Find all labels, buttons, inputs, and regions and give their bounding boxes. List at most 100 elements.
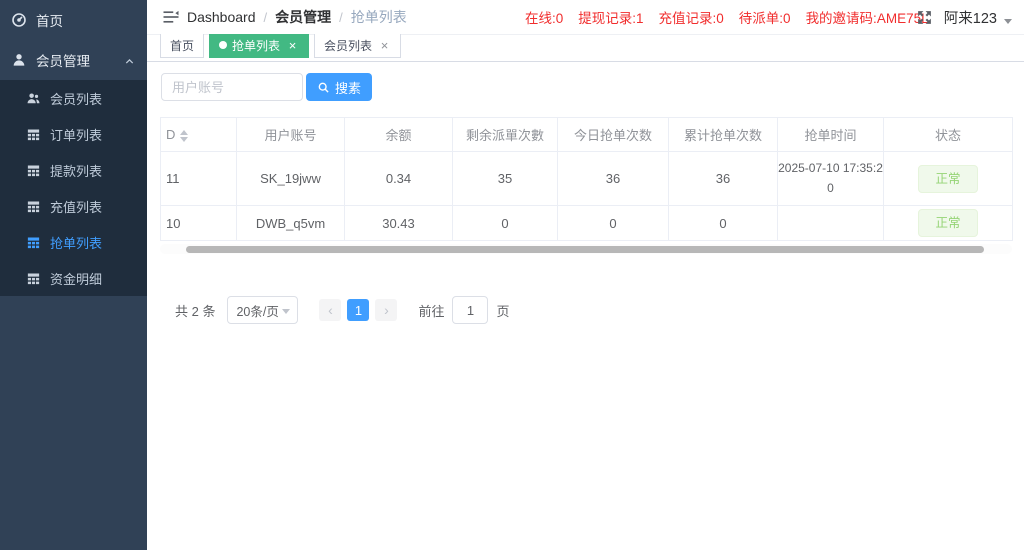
user-menu[interactable]: 阿来123: [944, 7, 1012, 28]
hamburger-icon[interactable]: [162, 8, 180, 26]
search-icon: [318, 82, 329, 93]
table-row[interactable]: 11 SK_19jww 0.34 35 36 36 2025-07-10 17:…: [160, 151, 1013, 206]
tab-member-list[interactable]: 会员列表 ×: [314, 32, 402, 58]
sidebar-item-label: 资金明细: [50, 271, 103, 287]
chevron-down-icon: [282, 309, 291, 314]
sidebar-item-label: 抢单列表: [50, 235, 103, 251]
users-icon: [26, 91, 41, 106]
cell-status: 正常: [883, 151, 1013, 206]
breadcrumb-member-management[interactable]: 会员管理: [275, 7, 331, 27]
breadcrumb-current: 抢单列表: [350, 9, 407, 25]
stat-invite-code: 我的邀请码:AME75L: [805, 11, 929, 26]
cell-remaining-dispatch: 0: [452, 205, 558, 241]
grid-icon: [26, 271, 41, 286]
next-page-button[interactable]: ›: [375, 299, 398, 321]
sidebar-item-member-list[interactable]: 会员列表: [0, 80, 147, 116]
close-icon[interactable]: ×: [378, 39, 391, 52]
page-number-1[interactable]: 1: [347, 299, 370, 321]
sidebar-item-label: 提款列表: [50, 163, 103, 179]
cell-id: 10: [160, 205, 237, 241]
pagination: 共 2 条 20条/页 ‹ 1 › 前往 页: [175, 296, 510, 324]
sidebar-item-label: 充值列表: [50, 199, 103, 215]
sidebar-item-label: 会员列表: [50, 91, 103, 107]
page-size-select[interactable]: 20条/页: [227, 296, 299, 324]
table-header-row: D 用户账号 余额 剩余派單次數 今日抢单次数 累计抢单次数 抢单时间 状态: [160, 117, 1013, 152]
sidebar-item-member-management[interactable]: 会员管理: [0, 40, 147, 80]
tab-label: 会员列表: [324, 38, 373, 53]
username: 阿来123: [943, 10, 997, 27]
grid-icon: [26, 235, 41, 250]
top-navbar: Dashboard / 会员管理 / 抢单列表 在线:0 提现记录:1 充值记录…: [147, 0, 1024, 34]
cell-balance: 0.34: [344, 151, 453, 206]
cell-grab-time: 2025-07-10 17:35:20: [777, 151, 884, 206]
cell-today-grabs: 36: [557, 151, 669, 206]
sidebar-item-recharge-list[interactable]: 充值列表: [0, 188, 147, 224]
cell-today-grabs: 0: [557, 205, 669, 241]
prev-page-button[interactable]: ‹: [319, 299, 342, 321]
main-panel: Dashboard / 会员管理 / 抢单列表 在线:0 提现记录:1 充值记录…: [147, 0, 1024, 550]
column-header-grab-time: 抢单时间: [777, 117, 884, 152]
column-header-account: 用户账号: [236, 117, 345, 152]
goto-label: 前往: [418, 303, 445, 319]
page-size-value: 20条/页: [236, 304, 279, 319]
user-icon: [11, 52, 27, 68]
sidebar-item-grab-list[interactable]: 抢单列表: [0, 224, 147, 260]
dashboard-icon: [11, 12, 27, 28]
stat-online: 在线:0: [525, 11, 564, 26]
goto-page-input[interactable]: [452, 296, 489, 324]
search-button-label: 搜素: [334, 80, 361, 96]
header-right: 阿来123: [916, 0, 1012, 34]
pagination-total: 共 2 条: [175, 303, 216, 319]
cell-account: DWB_q5vm: [236, 205, 345, 241]
breadcrumb: Dashboard / 会员管理 / 抢单列表: [187, 0, 407, 34]
scrollbar-thumb[interactable]: [186, 245, 984, 253]
cell-grab-time: [777, 205, 884, 241]
cell-account: SK_19jww: [236, 151, 345, 206]
sidebar: 首页 会员管理 会员列表 订单列表 提款列表 充值列表 抢单列表 资金明细: [0, 0, 147, 550]
stat-pending-dispatch: 待派单:0: [738, 11, 791, 26]
goto-unit-label: 页: [496, 303, 510, 319]
cell-remaining-dispatch: 35: [452, 151, 558, 206]
column-header-status: 状态: [883, 117, 1013, 152]
sidebar-item-home[interactable]: 首页: [0, 0, 147, 40]
stat-withdraw-records: 提现记录:1: [578, 11, 644, 26]
fullscreen-icon[interactable]: [916, 9, 933, 26]
grid-icon: [26, 163, 41, 178]
sidebar-item-order-list[interactable]: 订单列表: [0, 116, 147, 152]
data-table: D 用户账号 余额 剩余派單次數 今日抢单次数 累计抢单次数 抢单时间 状态 1…: [160, 117, 1013, 241]
sidebar-item-label: 订单列表: [50, 127, 103, 143]
column-header-today-grabs: 今日抢单次数: [557, 117, 669, 152]
tab-home[interactable]: 首页: [160, 32, 205, 58]
sidebar-submenu: 会员列表 订单列表 提款列表 充值列表 抢单列表 资金明细: [0, 80, 147, 296]
tab-grab-list[interactable]: 抢单列表 ×: [209, 32, 310, 58]
header-stats: 在线:0 提现记录:1 充值记录:0 待派单:0 我的邀请码:AME75L: [525, 0, 929, 34]
sidebar-item-label: 首页: [36, 14, 63, 29]
status-badge: 正常: [918, 164, 978, 193]
sidebar-item-withdraw-list[interactable]: 提款列表: [0, 152, 147, 188]
cell-status: 正常: [883, 205, 1013, 241]
active-dot-icon: [219, 41, 228, 49]
search-button[interactable]: 搜素: [306, 73, 372, 101]
tags-view: 首页 抢单列表 × 会员列表 ×: [147, 32, 1024, 62]
table-row[interactable]: 10 DWB_q5vm 30.43 0 0 0 正常: [160, 205, 1013, 241]
goto-page: 前往 页: [418, 296, 510, 324]
breadcrumb-separator: /: [263, 9, 268, 25]
search-input[interactable]: [161, 73, 303, 101]
cell-balance: 30.43: [344, 205, 453, 241]
page-content: 搜素 D 用户账号 余额 剩余派: [147, 62, 1024, 549]
horizontal-scrollbar: [160, 244, 1012, 254]
breadcrumb-separator: /: [339, 9, 343, 25]
column-header-remaining-dispatch: 剩余派單次數: [452, 117, 558, 152]
status-badge: 正常: [918, 209, 978, 237]
sidebar-item-funds-detail[interactable]: 资金明细: [0, 260, 147, 296]
sort-caret-icon[interactable]: [180, 129, 189, 142]
app-root: 首页 会员管理 会员列表 订单列表 提款列表 充值列表 抢单列表 资金明细 Da…: [0, 0, 1024, 550]
caret-down-icon: [1004, 18, 1012, 24]
breadcrumb-dashboard[interactable]: Dashboard: [187, 9, 256, 25]
column-header-id[interactable]: D: [160, 117, 237, 152]
sidebar-item-label: 会员管理: [36, 54, 90, 69]
stat-recharge-records: 充值记录:0: [658, 11, 724, 26]
close-icon[interactable]: ×: [286, 39, 299, 52]
tab-label: 抢单列表: [232, 38, 281, 53]
tab-label: 首页: [170, 38, 195, 53]
